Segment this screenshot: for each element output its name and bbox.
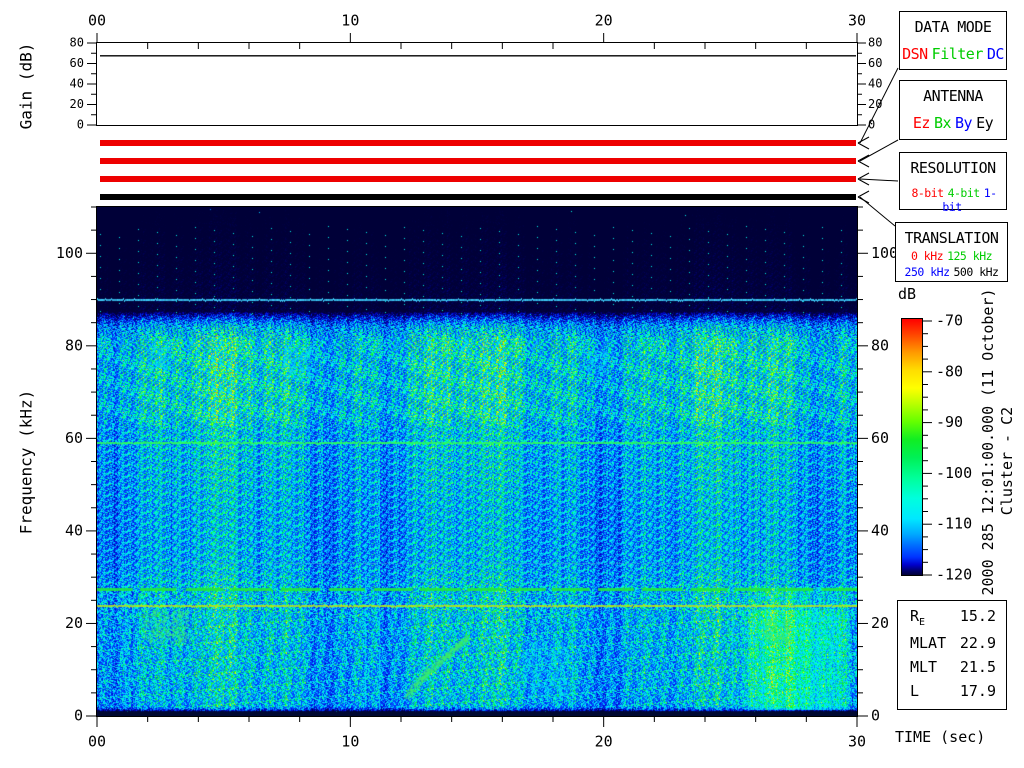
data-mode-option: DSN	[902, 45, 928, 63]
freq-tick-label: 100	[56, 244, 83, 262]
gain-tick-label: 0	[77, 118, 84, 132]
freq-tick-label: 20	[65, 614, 83, 632]
ephemeris-label: RE	[910, 607, 925, 628]
ephemeris-row: MLAT 22.9	[898, 634, 1006, 652]
antenna-box: ANTENNA EzBxByEy	[899, 80, 1007, 140]
data-mode-option: DC	[987, 45, 1004, 63]
ephemeris-label: MLAT	[910, 634, 946, 652]
gain-tick-label: 40	[70, 77, 84, 91]
colorbar-tick-label: -110	[936, 515, 972, 533]
freq-tick-label: 40	[65, 521, 83, 539]
spacecraft-annotation: Cluster - C2	[998, 407, 1016, 515]
colorbar-tick-label: -70	[936, 312, 963, 330]
gain-tick-label: 20	[868, 97, 882, 111]
freq-tick-label: 0	[74, 707, 83, 725]
top-time-tick-label: 20	[595, 12, 613, 30]
top-time-tick-label: 30	[848, 12, 866, 30]
freq-tick-label: 0	[871, 707, 880, 725]
axis-tick	[860, 140, 898, 161]
gain-tick-label: 60	[868, 56, 882, 70]
time-axis-label: TIME (sec)	[895, 728, 985, 746]
translation-option: 0 kHz	[911, 249, 943, 263]
axis-tick	[858, 197, 869, 203]
antenna-option: Ey	[976, 114, 993, 132]
bottom-time-tick-label: 20	[595, 733, 613, 751]
freq-tick-label: 60	[871, 429, 889, 447]
colorbar-title: dB	[898, 285, 916, 303]
top-time-tick-label: 00	[88, 12, 106, 30]
antenna-bar	[100, 158, 856, 164]
colorbar-tick-label: -100	[936, 464, 972, 482]
translation-option: 250 kHz	[905, 265, 950, 279]
freq-tick-label: 20	[871, 614, 889, 632]
ephemeris-box: RE 15.2 MLAT 22.9 MLT 21.5 L 17.9	[897, 600, 1007, 710]
ephemeris-value: 15.2	[960, 607, 996, 628]
freq-tick-label: 40	[871, 521, 889, 539]
spectrogram-canvas	[97, 207, 857, 716]
axis-tick	[860, 179, 898, 181]
ephemeris-row: RE 15.2	[898, 607, 1006, 628]
axis-tick	[858, 155, 869, 161]
antenna-title: ANTENNA	[900, 87, 1006, 105]
axis-tick	[860, 68, 898, 143]
bottom-time-tick-label: 10	[341, 733, 359, 751]
freq-tick-label: 80	[65, 336, 83, 354]
plot-frame	[97, 43, 858, 126]
resolution-option: 4-bit	[948, 186, 980, 200]
axis-tick	[858, 161, 869, 167]
wbd-spectrogram-display: Gain (dB) Frequency (kHz) 00102030002020…	[0, 0, 1024, 768]
antenna-option: Bx	[934, 114, 951, 132]
antenna-option: Ez	[913, 114, 930, 132]
freq-tick-label: 80	[871, 336, 889, 354]
ephemeris-row: MLT 21.5	[898, 658, 1006, 676]
translation-box: TRANSLATION 0 kHz 125 kHz 250 kHz 500 kHz	[895, 222, 1008, 282]
gain-axis-label: Gain (dB)	[17, 43, 36, 130]
freq-tick-label: 60	[65, 429, 83, 447]
colorbar-tick-label: -120	[936, 566, 972, 584]
resolution-box: RESOLUTION8-bit4-bit1-bit	[899, 152, 1007, 210]
datetime-annotation: 2000 285 12:01:00.000 (11 October)	[979, 288, 997, 595]
translation-bar	[100, 194, 856, 200]
axis-tick	[858, 173, 869, 179]
top-time-tick-label: 10	[341, 12, 359, 30]
ephemeris-row: L 17.9	[898, 682, 1006, 700]
bottom-time-tick-label: 30	[848, 733, 866, 751]
data-mode-box: DATA MODE DSNFilterDC	[899, 11, 1007, 70]
resolution-option: 8-bit	[911, 186, 943, 200]
bottom-time-tick-label: 00	[88, 733, 106, 751]
data-mode-bar	[100, 140, 856, 146]
translation-title: TRANSLATION	[896, 229, 1007, 247]
translation-option: 500 kHz	[954, 265, 999, 279]
gain-tick-label: 60	[70, 56, 84, 70]
data-mode-title: DATA MODE	[900, 18, 1006, 36]
ephemeris-label: L	[910, 682, 919, 700]
gain-tick-label: 0	[868, 118, 875, 132]
colorbar-tick-label: -80	[936, 362, 963, 380]
ephemeris-value: 21.5	[960, 658, 996, 676]
gain-tick-label: 80	[70, 36, 84, 50]
ephemeris-label: MLT	[910, 658, 937, 676]
data-mode-option: Filter	[932, 45, 983, 63]
axis-tick	[858, 137, 869, 143]
resolution-title: RESOLUTION	[900, 159, 1006, 177]
axis-tick	[860, 197, 895, 226]
axis-tick	[858, 143, 869, 149]
gain-tick-label: 80	[868, 36, 882, 50]
antenna-option: By	[955, 114, 972, 132]
axis-tick	[858, 179, 869, 185]
colorbar	[901, 318, 923, 576]
gain-tick-label: 20	[70, 97, 84, 111]
colorbar-tick-label: -90	[936, 413, 963, 431]
gain-tick-label: 40	[868, 77, 882, 91]
axis-tick	[858, 191, 869, 197]
ephemeris-value: 17.9	[960, 682, 996, 700]
resolution-bar	[100, 176, 856, 182]
frequency-axis-label: Frequency (kHz)	[17, 390, 36, 535]
translation-option: 125 kHz	[947, 249, 992, 263]
ephemeris-value: 22.9	[960, 634, 996, 652]
